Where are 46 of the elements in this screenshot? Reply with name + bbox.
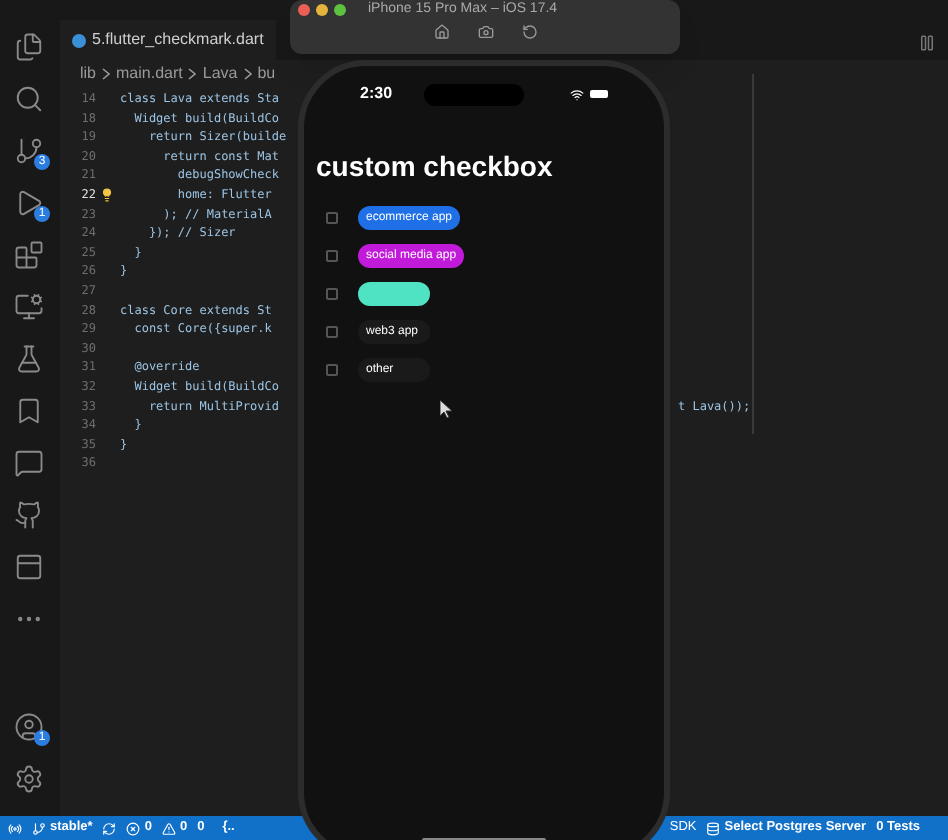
checkbox[interactable] <box>326 212 338 224</box>
search-icon[interactable] <box>13 83 43 113</box>
camera-icon[interactable] <box>477 24 493 40</box>
battery-icon <box>590 90 608 98</box>
play-icon[interactable] <box>13 187 43 217</box>
branch-icon[interactable] <box>32 821 46 835</box>
branch-icon[interactable] <box>13 135 43 165</box>
checkbox[interactable] <box>326 288 338 300</box>
warning-icon <box>161 821 176 835</box>
settings-icon[interactable] <box>13 763 43 793</box>
github-icon[interactable] <box>13 499 43 529</box>
chat-icon[interactable] <box>13 447 43 477</box>
zoom-button[interactable] <box>334 3 346 15</box>
checkbox[interactable] <box>326 364 338 376</box>
cursor-icon <box>440 400 452 418</box>
chevron-right-icon <box>102 68 111 80</box>
breadcrumb-item[interactable]: bu <box>257 62 276 86</box>
app-title: custom checkbox <box>316 148 555 186</box>
editor-tab[interactable]: 5.flutter_checkmark.dart <box>60 20 276 60</box>
option-chip[interactable] <box>358 282 430 306</box>
files-icon[interactable] <box>13 31 43 61</box>
breadcrumb-item[interactable]: Lava <box>202 62 238 86</box>
flask-icon[interactable] <box>13 343 43 373</box>
checkbox[interactable] <box>326 250 338 262</box>
blocks-icon[interactable] <box>13 239 43 269</box>
breadcrumb-item[interactable]: main.dart <box>116 62 183 86</box>
error-icon <box>126 821 141 835</box>
lightbulb-icon[interactable] <box>100 188 114 203</box>
account-icon[interactable] <box>13 711 43 741</box>
monitor-icon[interactable] <box>13 291 43 321</box>
home-icon[interactable] <box>433 24 449 40</box>
bookmark-icon[interactable] <box>13 395 43 425</box>
close-button[interactable] <box>298 3 310 15</box>
rotate-icon[interactable] <box>521 24 537 40</box>
wifi-icon <box>570 87 584 101</box>
breadcrumb-item[interactable]: lib <box>80 62 97 86</box>
panel-icon[interactable] <box>13 551 43 581</box>
chevron-right-icon <box>243 68 252 80</box>
checkbox[interactable] <box>326 326 338 338</box>
database-icon <box>706 821 721 835</box>
status-time: 2:30 <box>360 82 393 106</box>
chevron-right-icon <box>188 68 197 80</box>
pause-icon[interactable] <box>918 34 936 52</box>
minimize-button[interactable] <box>316 3 328 15</box>
sync-icon[interactable] <box>102 821 117 835</box>
remote-icon[interactable] <box>8 821 22 835</box>
